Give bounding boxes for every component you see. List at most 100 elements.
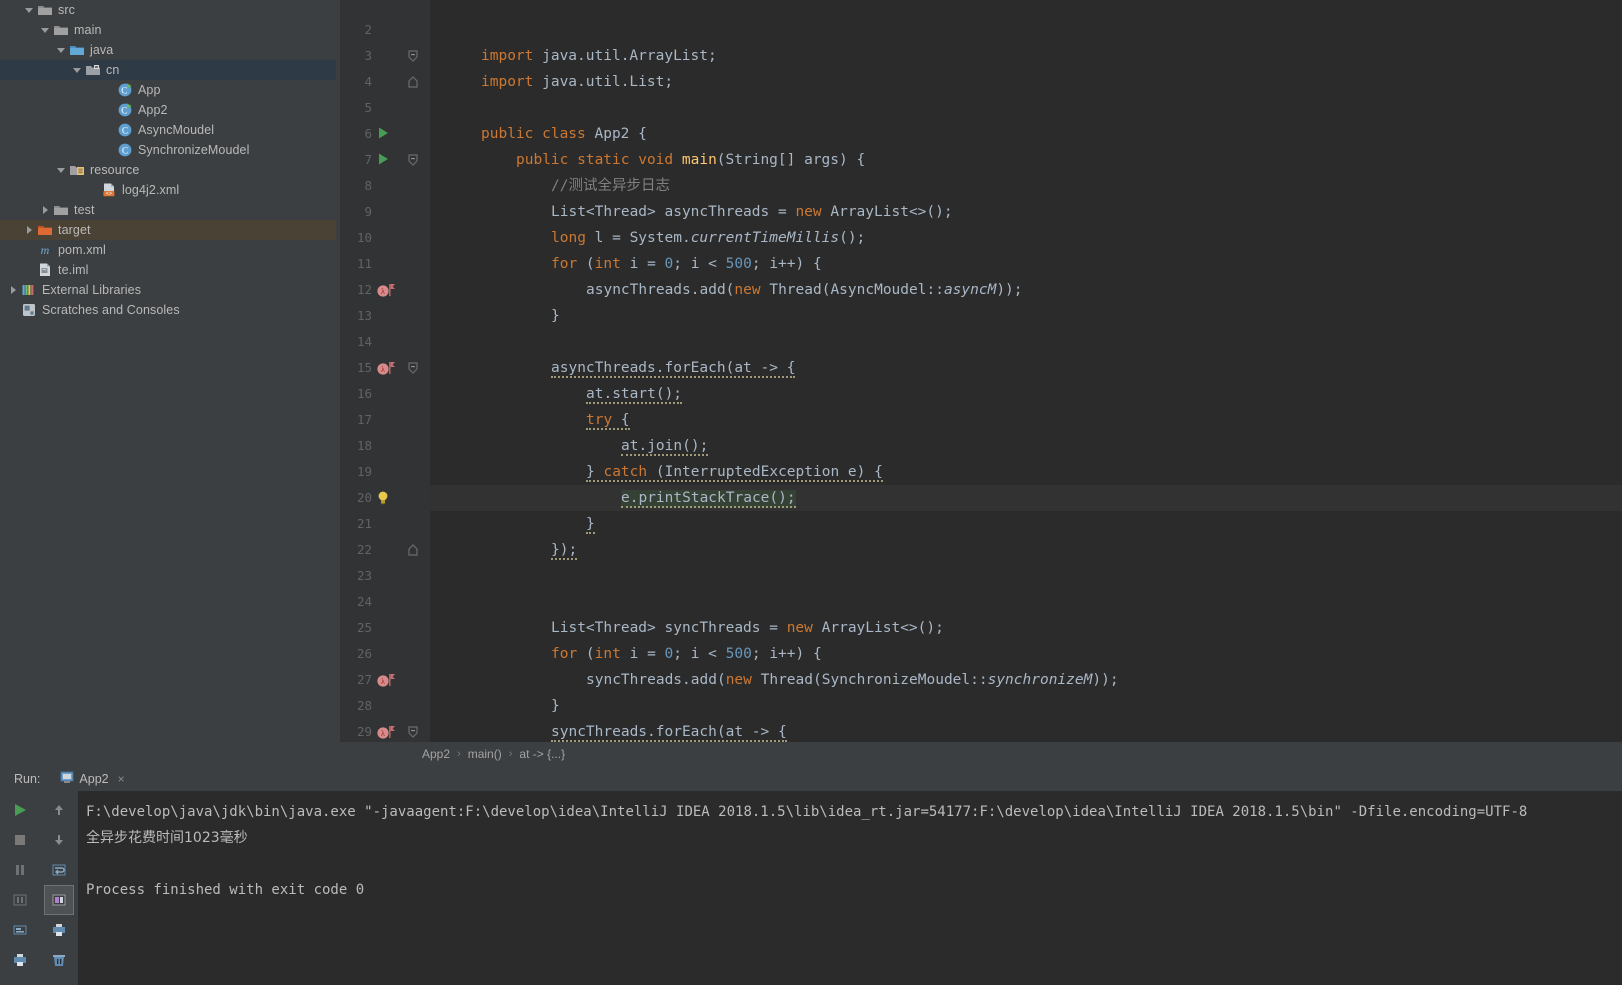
tree-item-cn[interactable]: cn [0,60,340,80]
code-fold-icon[interactable] [406,152,424,178]
code-line-22[interactable]: }); [430,537,1622,563]
breadcrumb-item[interactable]: main() [468,747,502,761]
tree-item-java[interactable]: java [0,40,340,60]
tree-item-app2[interactable]: C App2 [0,100,340,120]
code-line-18[interactable]: at.join(); [430,433,1622,459]
line-number: 26 [356,646,372,661]
code-line-13[interactable]: } [430,303,1622,329]
chevron-right-icon[interactable] [24,225,35,236]
run-toolbar-col-left[interactable] [0,791,39,985]
run-toolbar[interactable] [0,791,78,985]
code-line-9[interactable]: List<Thread> asyncThreads = new ArrayLis… [430,199,1622,225]
console-output[interactable]: F:\develop\java\jdk\bin\java.exe "-javaa… [78,791,1622,985]
print-out-icon[interactable] [44,915,74,945]
stop-icon[interactable] [5,825,35,855]
tree-item-src[interactable]: src [0,0,340,20]
soft-wrap-icon[interactable] [44,855,74,885]
code-line-14[interactable] [430,329,1622,355]
code-line-27[interactable]: syncThreads.add(new Thread(SynchronizeMo… [430,667,1622,693]
lambda-gutter-icon[interactable]: λ [376,360,398,386]
run-tool-window[interactable]: Run: App2 × F:\develop\java\jdk\bin\java… [0,766,1622,985]
pause-icon[interactable] [5,855,35,885]
code-line-2[interactable] [430,17,1622,43]
code-fold-icon[interactable] [406,542,424,568]
tree-item-external-libraries[interactable]: External Libraries [0,280,340,300]
code-line-11[interactable]: for (int i = 0; i < 500; i++) { [430,251,1622,277]
chevron-down-icon[interactable] [56,165,67,176]
code-line-21[interactable]: } [430,511,1622,537]
code-fold-icon[interactable] [406,724,424,742]
chevron-down-icon[interactable] [24,5,35,16]
code-line-24[interactable] [430,589,1622,615]
breadcrumb[interactable]: App2 › main() › at -> {...} [340,742,1622,766]
code-fold-icon[interactable] [406,74,424,100]
code-line-8[interactable]: //测试全异步日志 [430,173,1622,199]
code-line-20[interactable]: e.printStackTrace(); [430,485,1622,511]
code-line-7[interactable]: public static void main(String[] args) { [430,147,1622,173]
breadcrumb-item[interactable]: at -> {...} [519,747,565,761]
code-line-15[interactable]: asyncThreads.forEach(at -> { [430,355,1622,381]
chevron-down-icon[interactable] [72,65,83,76]
tree-item-test[interactable]: test [0,200,340,220]
code-line-10[interactable]: long l = System.currentTimeMillis(); [430,225,1622,251]
tree-item-synchronizemoudel[interactable]: C SynchronizeMoudel [0,140,340,160]
chevron-right-icon[interactable] [8,285,19,296]
code-line-17[interactable]: try { [430,407,1622,433]
code-fold-icon[interactable] [406,48,424,74]
tree-item-asyncmoudel[interactable]: C AsyncMoudel [0,120,340,140]
run-gutter-icon[interactable] [376,126,398,152]
line-number: 21 [356,516,372,531]
lambda-gutter-icon[interactable]: λ [376,724,398,742]
rerun-icon[interactable] [5,795,35,825]
tree-item-te-iml[interactable]: te.iml [0,260,340,280]
code-line-3[interactable]: import java.util.ArrayList; [430,43,1622,69]
code-line-4[interactable]: import java.util.List; [430,69,1622,95]
code-line-26[interactable]: for (int i = 0; i < 500; i++) { [430,641,1622,667]
clear-all-icon[interactable] [44,945,74,975]
editor-gutter[interactable]: 2 3 4 5 6 7 8 9 10 11 12 λ 13 14 15 λ 16 17 18 19 20 21 22 23 24… [340,0,430,742]
code-line-19[interactable]: } catch (InterruptedException e) { [430,459,1622,485]
tree-item-label: cn [106,63,120,77]
down-icon[interactable] [44,825,74,855]
chevron-down-icon[interactable] [40,25,51,36]
breadcrumb-item[interactable]: App2 [422,747,450,761]
code-line-16[interactable]: at.start(); [430,381,1622,407]
run-tab-app2[interactable]: App2 × [54,766,130,791]
up-icon[interactable] [44,795,74,825]
tree-item-target[interactable]: target [0,220,340,240]
line-number: 3 [364,48,372,63]
code-line-29[interactable]: syncThreads.forEach(at -> { [430,719,1622,742]
code-editor[interactable]: 2 3 4 5 6 7 8 9 10 11 12 λ 13 14 15 λ 16 17 18 19 20 21 22 23 24… [340,0,1622,742]
code-line-25[interactable]: List<Thread> syncThreads = new ArrayList… [430,615,1622,641]
chevron-down-icon[interactable] [56,45,67,56]
code-line-6[interactable]: public class App2 { [430,121,1622,147]
class-icon: C [117,122,133,138]
wrap-icon[interactable] [5,915,35,945]
svg-text:C: C [121,86,127,96]
intention-bulb-icon[interactable] [376,490,398,516]
run-gutter-icon[interactable] [376,152,398,178]
code-line-28[interactable]: } [430,693,1622,719]
scroll-end-icon[interactable] [43,885,74,915]
tree-item-main[interactable]: main [0,20,340,40]
lambda-gutter-icon[interactable]: λ [376,672,398,698]
print-icon[interactable] [5,945,35,975]
code-line-23[interactable] [430,563,1622,589]
tree-item-app[interactable]: C App [0,80,340,100]
code-line-5[interactable] [430,95,1622,121]
tree-item-pom-xml[interactable]: m pom.xml [0,240,340,260]
code-text-area[interactable]: import java.util.ArrayList; import java.u… [430,0,1622,742]
close-icon[interactable]: × [118,772,125,786]
lambda-gutter-icon[interactable]: λ [376,282,398,308]
code-line-12[interactable]: asyncThreads.add(new Thread(AsyncMoudel:… [430,277,1622,303]
project-tree-panel[interactable]: src main java cn C App C App2 C AsyncMoudel C Synch… [0,0,340,765]
code-fold-icon[interactable] [406,360,424,386]
chevron-right-icon[interactable] [40,205,51,216]
tree-item-scratches-and-consoles[interactable]: Scratches and Consoles [0,300,340,320]
tree-item-resource[interactable]: resource [0,160,340,180]
tree-item-log4j2-xml[interactable]: <> log4j2.xml [0,180,340,200]
run-tab-bar[interactable]: Run: App2 × [0,766,1622,791]
filter-icon[interactable] [5,885,35,915]
run-toolbar-col-right[interactable] [39,791,78,985]
folder-blue-icon [69,42,85,58]
